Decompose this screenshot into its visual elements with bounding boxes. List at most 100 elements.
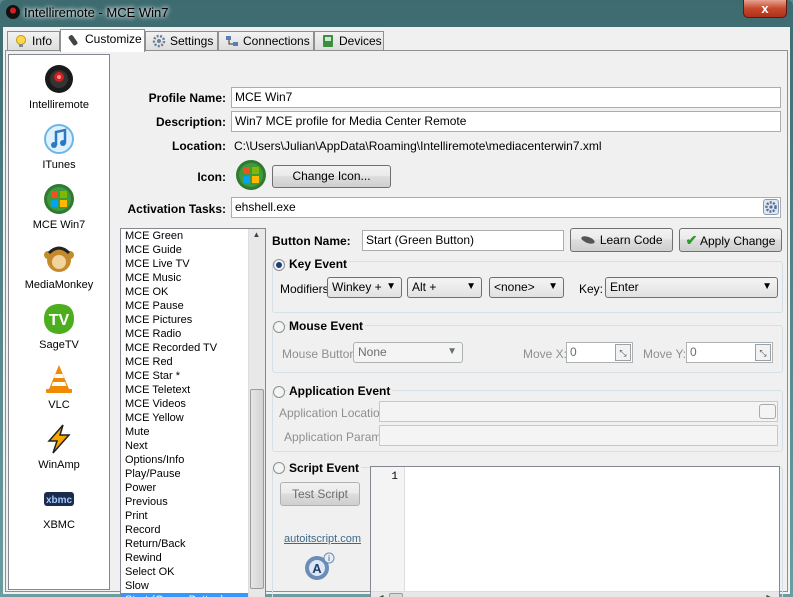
profile-name-field[interactable]: MCE Win7 [231, 87, 781, 108]
vertical-scrollbar[interactable]: ▲ ▼ [248, 229, 265, 597]
browse-button[interactable] [759, 404, 776, 419]
scrollbar-thumb[interactable] [250, 389, 264, 589]
horizontal-scrollbar[interactable]: ◀ ▶ [371, 591, 779, 597]
application-location-label: Application Location: [279, 406, 390, 420]
profile-sagetv[interactable]: TV SageTV [9, 303, 109, 363]
profile-xbmc[interactable]: xbmc XBMC [9, 483, 109, 543]
list-item[interactable]: MCE Teletext [121, 383, 265, 397]
list-item[interactable]: MCE OK [121, 285, 265, 299]
list-item[interactable]: MCE Star * [121, 369, 265, 383]
mouse-button-select[interactable]: None ▼ [353, 342, 463, 363]
tab-info[interactable]: Info [7, 31, 60, 51]
list-item[interactable]: MCE Pictures [121, 313, 265, 327]
window-title: Intelliremote - MCE Win7 [24, 5, 169, 20]
chevron-down-icon: ▼ [466, 281, 476, 292]
list-item[interactable]: MCE Yellow [121, 411, 265, 425]
tab-devices[interactable]: Devices [314, 31, 384, 51]
title-bar[interactable]: Intelliremote - MCE Win7 x [0, 0, 793, 26]
winamp-bolt-icon [43, 423, 75, 455]
list-item[interactable]: Slow [121, 579, 265, 593]
script-event-radio[interactable] [273, 462, 285, 474]
spin-button-icon[interactable]: ⤡ [755, 344, 771, 361]
gear-icon [152, 34, 166, 48]
itunes-icon [43, 123, 75, 155]
profile-itunes[interactable]: ITunes [9, 123, 109, 183]
move-x-field[interactable]: 0 ⤡ [566, 342, 633, 363]
list-item[interactable]: Start (Green Button) [121, 593, 265, 597]
profile-vlc[interactable]: VLC [9, 363, 109, 423]
list-item[interactable]: Print [121, 509, 265, 523]
autoit-logo-icon[interactable]: Ai [303, 552, 335, 582]
application-event-title: Application Event [287, 384, 393, 398]
list-item[interactable]: MCE Pause [121, 299, 265, 313]
list-item[interactable]: MCE Radio [121, 327, 265, 341]
scroll-left-arrow-icon[interactable]: ◀ [373, 593, 388, 597]
mouse-event-radio[interactable] [273, 321, 285, 333]
change-icon-button[interactable]: Change Icon... [272, 165, 391, 188]
tab-connections[interactable]: Connections [218, 31, 314, 51]
scroll-up-arrow-icon[interactable]: ▲ [249, 230, 264, 239]
profile-mce-win7[interactable]: MCE Win7 [9, 183, 109, 243]
list-item[interactable]: Power [121, 481, 265, 495]
test-script-button[interactable]: Test Script [280, 482, 360, 506]
button-name-label: Button Name: [272, 234, 351, 248]
script-editor[interactable]: 1 ◀ ▶ [370, 466, 780, 597]
application-location-field[interactable] [379, 401, 778, 422]
modifier-2-select[interactable]: Alt + ▼ [407, 277, 482, 298]
application-event-radio[interactable] [273, 386, 285, 398]
profile-mediamonkey[interactable]: MediaMonkey [9, 243, 109, 303]
list-item[interactable]: Record [121, 523, 265, 537]
list-item[interactable]: MCE Music [121, 271, 265, 285]
list-item[interactable]: Options/Info [121, 453, 265, 467]
network-icon [225, 34, 239, 48]
windows-logo-icon [236, 160, 266, 190]
button-name-field[interactable]: Start (Green Button) [362, 230, 564, 251]
list-item[interactable]: MCE Recorded TV [121, 341, 265, 355]
application-params-label: Application Params: [284, 430, 391, 444]
learn-code-button[interactable]: Learn Code [570, 228, 673, 252]
mouse-event-title: Mouse Event [287, 319, 366, 333]
list-item[interactable]: Mute [121, 425, 265, 439]
client-area: Info Customize Settings Connections Devi… [3, 27, 790, 597]
list-item[interactable]: MCE Guide [121, 243, 265, 257]
svg-text:TV: TV [49, 312, 70, 329]
sagetv-icon: TV [43, 303, 75, 335]
autoitscript-link[interactable]: autoitscript.com [284, 533, 361, 545]
activation-tasks-field[interactable]: ehshell.exe [231, 197, 781, 218]
list-item[interactable]: Return/Back [121, 537, 265, 551]
list-item[interactable]: Next [121, 439, 265, 453]
list-item[interactable]: Previous [121, 495, 265, 509]
button-list[interactable]: MCE Green MCE Guide MCE Live TV MCE Music MC… [120, 228, 266, 597]
application-params-field[interactable] [379, 425, 778, 446]
move-y-field[interactable]: 0 ⤡ [686, 342, 773, 363]
description-field[interactable]: Win7 MCE profile for Media Center Remote [231, 111, 781, 132]
profile-winamp[interactable]: WinAmp [9, 423, 109, 483]
list-item[interactable]: MCE Videos [121, 397, 265, 411]
list-item[interactable]: MCE Green [121, 229, 265, 243]
vlc-cone-icon [43, 363, 75, 395]
profile-name-label: Profile Name: [148, 91, 226, 105]
close-button[interactable]: x [743, 0, 787, 18]
profile-intelliremote[interactable]: Intelliremote [9, 63, 109, 123]
list-item[interactable]: MCE Live TV [121, 257, 265, 271]
tab-customize[interactable]: Customize [60, 29, 145, 52]
mediamonkey-icon [43, 243, 75, 275]
modifier-1-select[interactable]: Winkey + ▼ [327, 277, 402, 298]
key-event-radio[interactable] [273, 259, 285, 271]
key-select[interactable]: Enter ▼ [605, 277, 778, 298]
profile-icon-preview [235, 159, 267, 191]
list-item[interactable]: MCE Red [121, 355, 265, 369]
list-item[interactable]: Rewind [121, 551, 265, 565]
profile-list[interactable]: Intelliremote ITunes MCE Win7 MediaMonke… [8, 54, 110, 590]
list-item[interactable]: Play/Pause [121, 467, 265, 481]
modifier-3-select[interactable]: <none> ▼ [489, 277, 564, 298]
spin-button-icon[interactable]: ⤡ [615, 344, 631, 361]
location-label: Location: [172, 139, 226, 153]
scrollbar-thumb[interactable] [389, 593, 403, 597]
scroll-right-arrow-icon[interactable]: ▶ [762, 593, 777, 597]
apply-change-button[interactable]: ✔ Apply Change [679, 228, 782, 252]
list-item[interactable]: Select OK [121, 565, 265, 579]
svg-text:i: i [328, 554, 330, 563]
gear-icon[interactable] [763, 199, 779, 215]
tab-settings[interactable]: Settings [145, 31, 218, 51]
